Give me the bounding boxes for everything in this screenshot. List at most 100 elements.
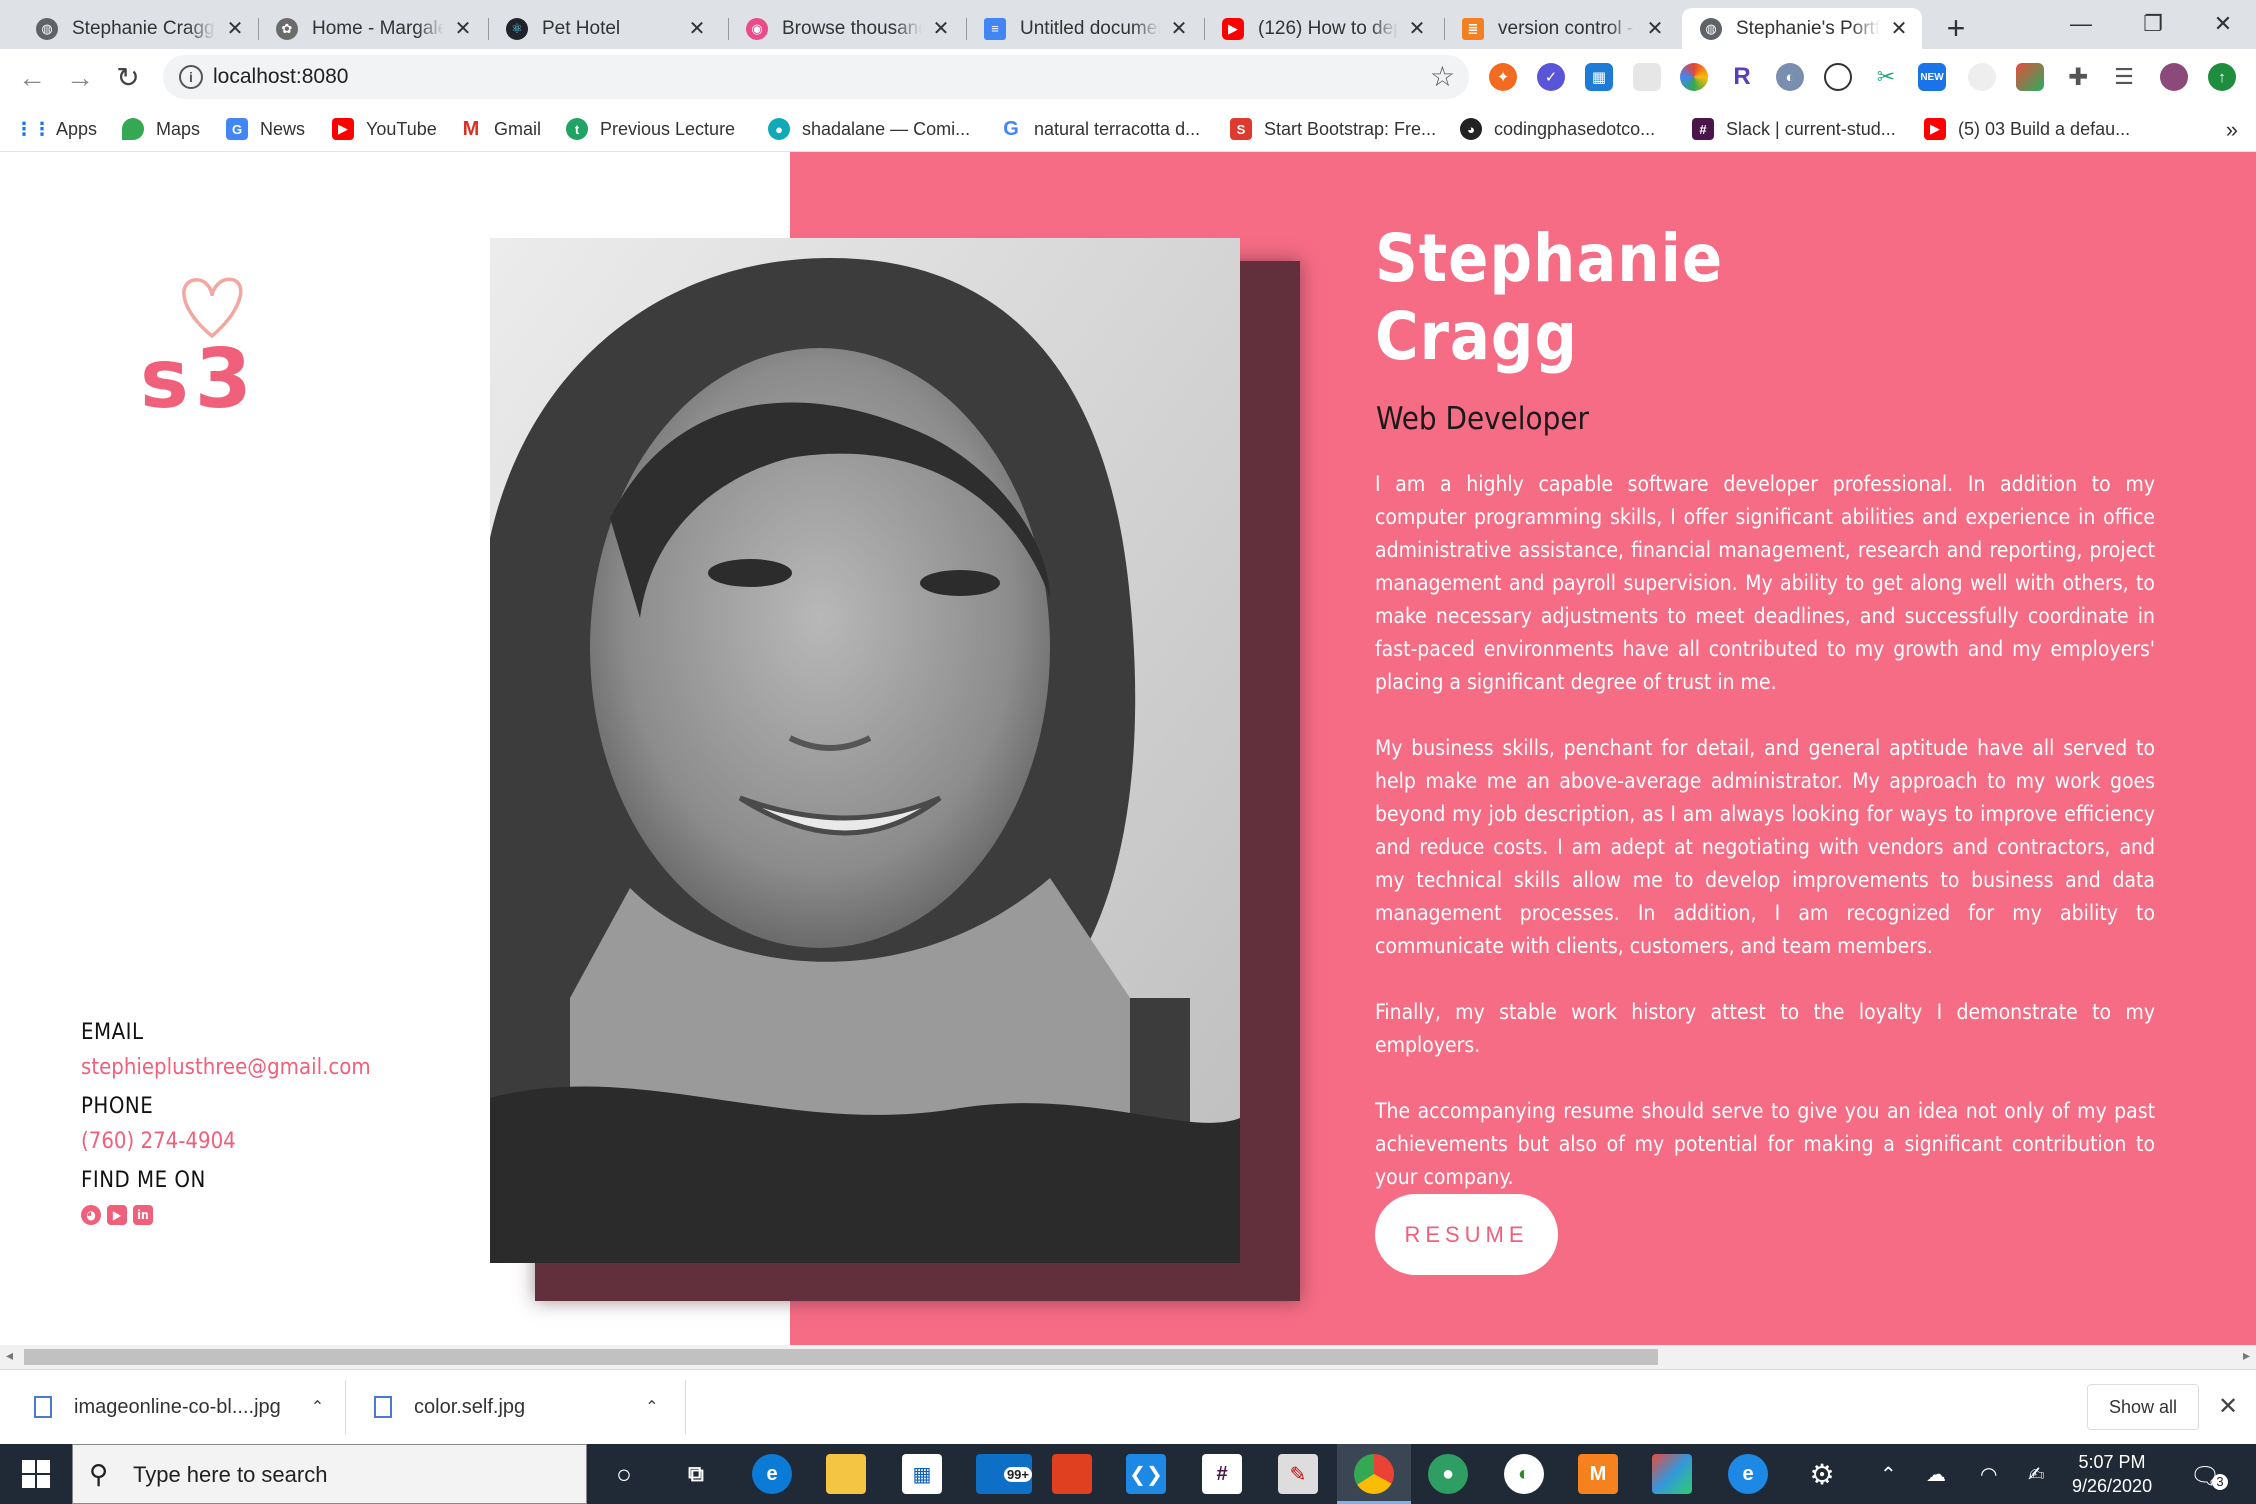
- matlab-icon[interactable]: M: [1578, 1454, 1618, 1494]
- bookmark-apps[interactable]: ⋮⋮ Apps: [15, 115, 97, 143]
- bio-paragraph: My business skills, penchant for detail,…: [1375, 736, 2155, 958]
- file-explorer-icon[interactable]: [826, 1454, 866, 1494]
- onedrive-icon[interactable]: ☁: [1926, 1462, 1946, 1487]
- url-text[interactable]: localhost:8080: [213, 65, 348, 89]
- new-extension-icon[interactable]: NEW: [1918, 63, 1946, 91]
- system-clock[interactable]: 5:07 PM 9/26/2020: [2072, 1450, 2152, 1498]
- paint-icon[interactable]: ✎: [1278, 1454, 1318, 1494]
- close-window-button[interactable]: ✕: [2190, 4, 2256, 44]
- horizontal-scrollbar[interactable]: ◂ ▸: [0, 1345, 2256, 1369]
- close-icon[interactable]: ✕: [686, 16, 708, 41]
- windows-start-icon[interactable]: [22, 1460, 50, 1488]
- extension-icon[interactable]: [1633, 63, 1661, 91]
- close-icon[interactable]: ✕: [1168, 16, 1190, 41]
- pen-icon[interactable]: ✍: [2028, 1462, 2045, 1487]
- linkedin-icon[interactable]: in: [133, 1205, 153, 1225]
- tab-pet-hotel[interactable]: ⚛ Pet Hotel ✕: [488, 8, 720, 49]
- extension-icon[interactable]: ◐: [1776, 63, 1804, 91]
- mongodb-icon[interactable]: ◐: [1504, 1454, 1544, 1494]
- chevron-up-icon[interactable]: ⌃: [1880, 1462, 1897, 1487]
- scroll-left-icon[interactable]: ◂: [6, 1347, 13, 1364]
- extension-icon[interactable]: [2016, 63, 2044, 91]
- taskbar-search[interactable]: ⚲ Type here to search: [72, 1444, 587, 1504]
- vscode-icon[interactable]: ❮❯: [1126, 1454, 1166, 1494]
- extension-icon[interactable]: ▦: [1585, 63, 1613, 91]
- download-filename: imageonline-co-bl....jpg: [74, 1395, 281, 1418]
- scrollbar-thumb[interactable]: [24, 1349, 1658, 1365]
- bookmark-shadalane[interactable]: ● shadalane — Comi...: [768, 115, 970, 143]
- youtube-icon[interactable]: ▶: [107, 1205, 127, 1225]
- mail-icon[interactable]: 99+: [976, 1454, 1032, 1494]
- reading-list-icon[interactable]: ☰: [2110, 63, 2138, 91]
- bookmark-codingphase[interactable]: ◕ codingphasedotco...: [1460, 115, 1655, 143]
- download-item[interactable]: imageonline-co-bl....jpg ⌃: [34, 1386, 324, 1428]
- address-bar[interactable]: i localhost:8080 ☆: [163, 55, 1469, 99]
- extension-icon[interactable]: ✦: [1489, 63, 1517, 91]
- download-item[interactable]: color.self.jpg ⌃: [374, 1386, 659, 1428]
- maps-app-icon[interactable]: ●: [1428, 1454, 1468, 1494]
- tab-stephanie-cragg[interactable]: ◍ Stephanie Cragg - ✕: [18, 8, 258, 49]
- info-icon[interactable]: i: [179, 65, 203, 89]
- chevron-up-icon[interactable]: ⌃: [645, 1397, 658, 1417]
- close-icon[interactable]: ✕: [930, 16, 952, 41]
- puzzle-icon[interactable]: ✚: [2064, 63, 2092, 91]
- scissors-icon[interactable]: ✂: [1872, 63, 1900, 91]
- s3-logo[interactable]: s3: [130, 272, 300, 442]
- github-icon[interactable]: ◕: [81, 1205, 101, 1225]
- extension-icon[interactable]: [1968, 63, 1996, 91]
- minimize-button[interactable]: —: [2048, 4, 2114, 44]
- email-link[interactable]: stephieplusthree@gmail.com: [81, 1055, 371, 1080]
- update-icon[interactable]: ↑: [2208, 63, 2236, 91]
- bookmark-maps[interactable]: Maps: [122, 115, 200, 143]
- close-icon[interactable]: ✕: [452, 16, 474, 41]
- tab-untitled-document[interactable]: ≡ Untitled document ✕: [966, 8, 1202, 49]
- extension-icon[interactable]: R: [1728, 63, 1756, 91]
- bookmark-previous-lecture[interactable]: t Previous Lecture: [566, 115, 735, 143]
- reload-button[interactable]: ↻: [110, 61, 146, 97]
- restore-button[interactable]: ❐: [2120, 4, 2186, 44]
- tab-youtube-video[interactable]: ▶ (126) How to depl ✕: [1204, 8, 1440, 49]
- bookmark-natural-terracotta[interactable]: Gnatural terracotta d...: [1000, 115, 1200, 143]
- edge-icon[interactable]: e: [752, 1454, 792, 1494]
- phone-link[interactable]: (760) 274-4904: [81, 1129, 371, 1154]
- bookmark-build-default[interactable]: ▶ (5) 03 Build a defau...: [1924, 115, 2130, 143]
- bookmark-gmail[interactable]: M Gmail: [460, 115, 541, 143]
- sketch-icon[interactable]: [1652, 1454, 1692, 1494]
- bookmark-star-icon[interactable]: ☆: [1430, 60, 1455, 93]
- docs-icon: ≡: [984, 17, 1006, 40]
- task-view-icon[interactable]: ⧉: [676, 1454, 716, 1494]
- settings-gear-icon[interactable]: ⚙: [1802, 1454, 1842, 1494]
- office-icon[interactable]: [1052, 1454, 1092, 1494]
- close-icon[interactable]: ✕: [2218, 1392, 2238, 1421]
- wifi-icon[interactable]: ◠: [1980, 1462, 1997, 1487]
- tab-stephanies-portfolio[interactable]: ◍ Stephanie's Portfo ✕: [1682, 8, 1922, 49]
- cortana-icon[interactable]: ○: [604, 1454, 644, 1494]
- chrome-icon[interactable]: [1354, 1454, 1394, 1494]
- internet-explorer-icon[interactable]: e: [1728, 1454, 1768, 1494]
- avatar[interactable]: [2160, 63, 2188, 91]
- close-icon[interactable]: ✕: [1406, 16, 1428, 41]
- chevron-up-icon[interactable]: ⌃: [311, 1397, 324, 1417]
- close-icon[interactable]: ✕: [224, 16, 246, 41]
- show-all-button[interactable]: Show all: [2087, 1384, 2199, 1430]
- back-button[interactable]: ←: [14, 61, 50, 97]
- tab-version-control[interactable]: ≣ version control - V ✕: [1444, 8, 1678, 49]
- bookmark-news[interactable]: G News: [226, 115, 305, 143]
- resume-button[interactable]: RESUME: [1375, 1194, 1558, 1275]
- slack-icon[interactable]: #: [1202, 1454, 1242, 1494]
- bookmark-slack[interactable]: # Slack | current-stud...: [1692, 115, 1896, 143]
- bookmark-start-bootstrap[interactable]: S Start Bootstrap: Fre...: [1230, 115, 1436, 143]
- scroll-right-icon[interactable]: ▸: [2243, 1347, 2250, 1364]
- tab-dribbble[interactable]: ◉ Browse thousands ✕: [728, 8, 964, 49]
- store-icon[interactable]: ▦: [902, 1454, 942, 1494]
- close-icon[interactable]: ✕: [1888, 16, 1910, 41]
- new-tab-button[interactable]: +: [1938, 10, 1974, 47]
- bookmark-youtube[interactable]: ▶ YouTube: [332, 115, 437, 143]
- close-icon[interactable]: ✕: [1644, 16, 1666, 41]
- chat-icon[interactable]: [1824, 63, 1852, 91]
- more-bookmarks-chevron-icon[interactable]: »: [2226, 117, 2238, 143]
- color-picker-icon[interactable]: [1680, 63, 1708, 91]
- forward-button[interactable]: →: [62, 61, 98, 97]
- extension-icon[interactable]: ✓: [1537, 63, 1565, 91]
- tab-home-margale[interactable]: ✿ Home - Margale B ✕: [258, 8, 486, 49]
